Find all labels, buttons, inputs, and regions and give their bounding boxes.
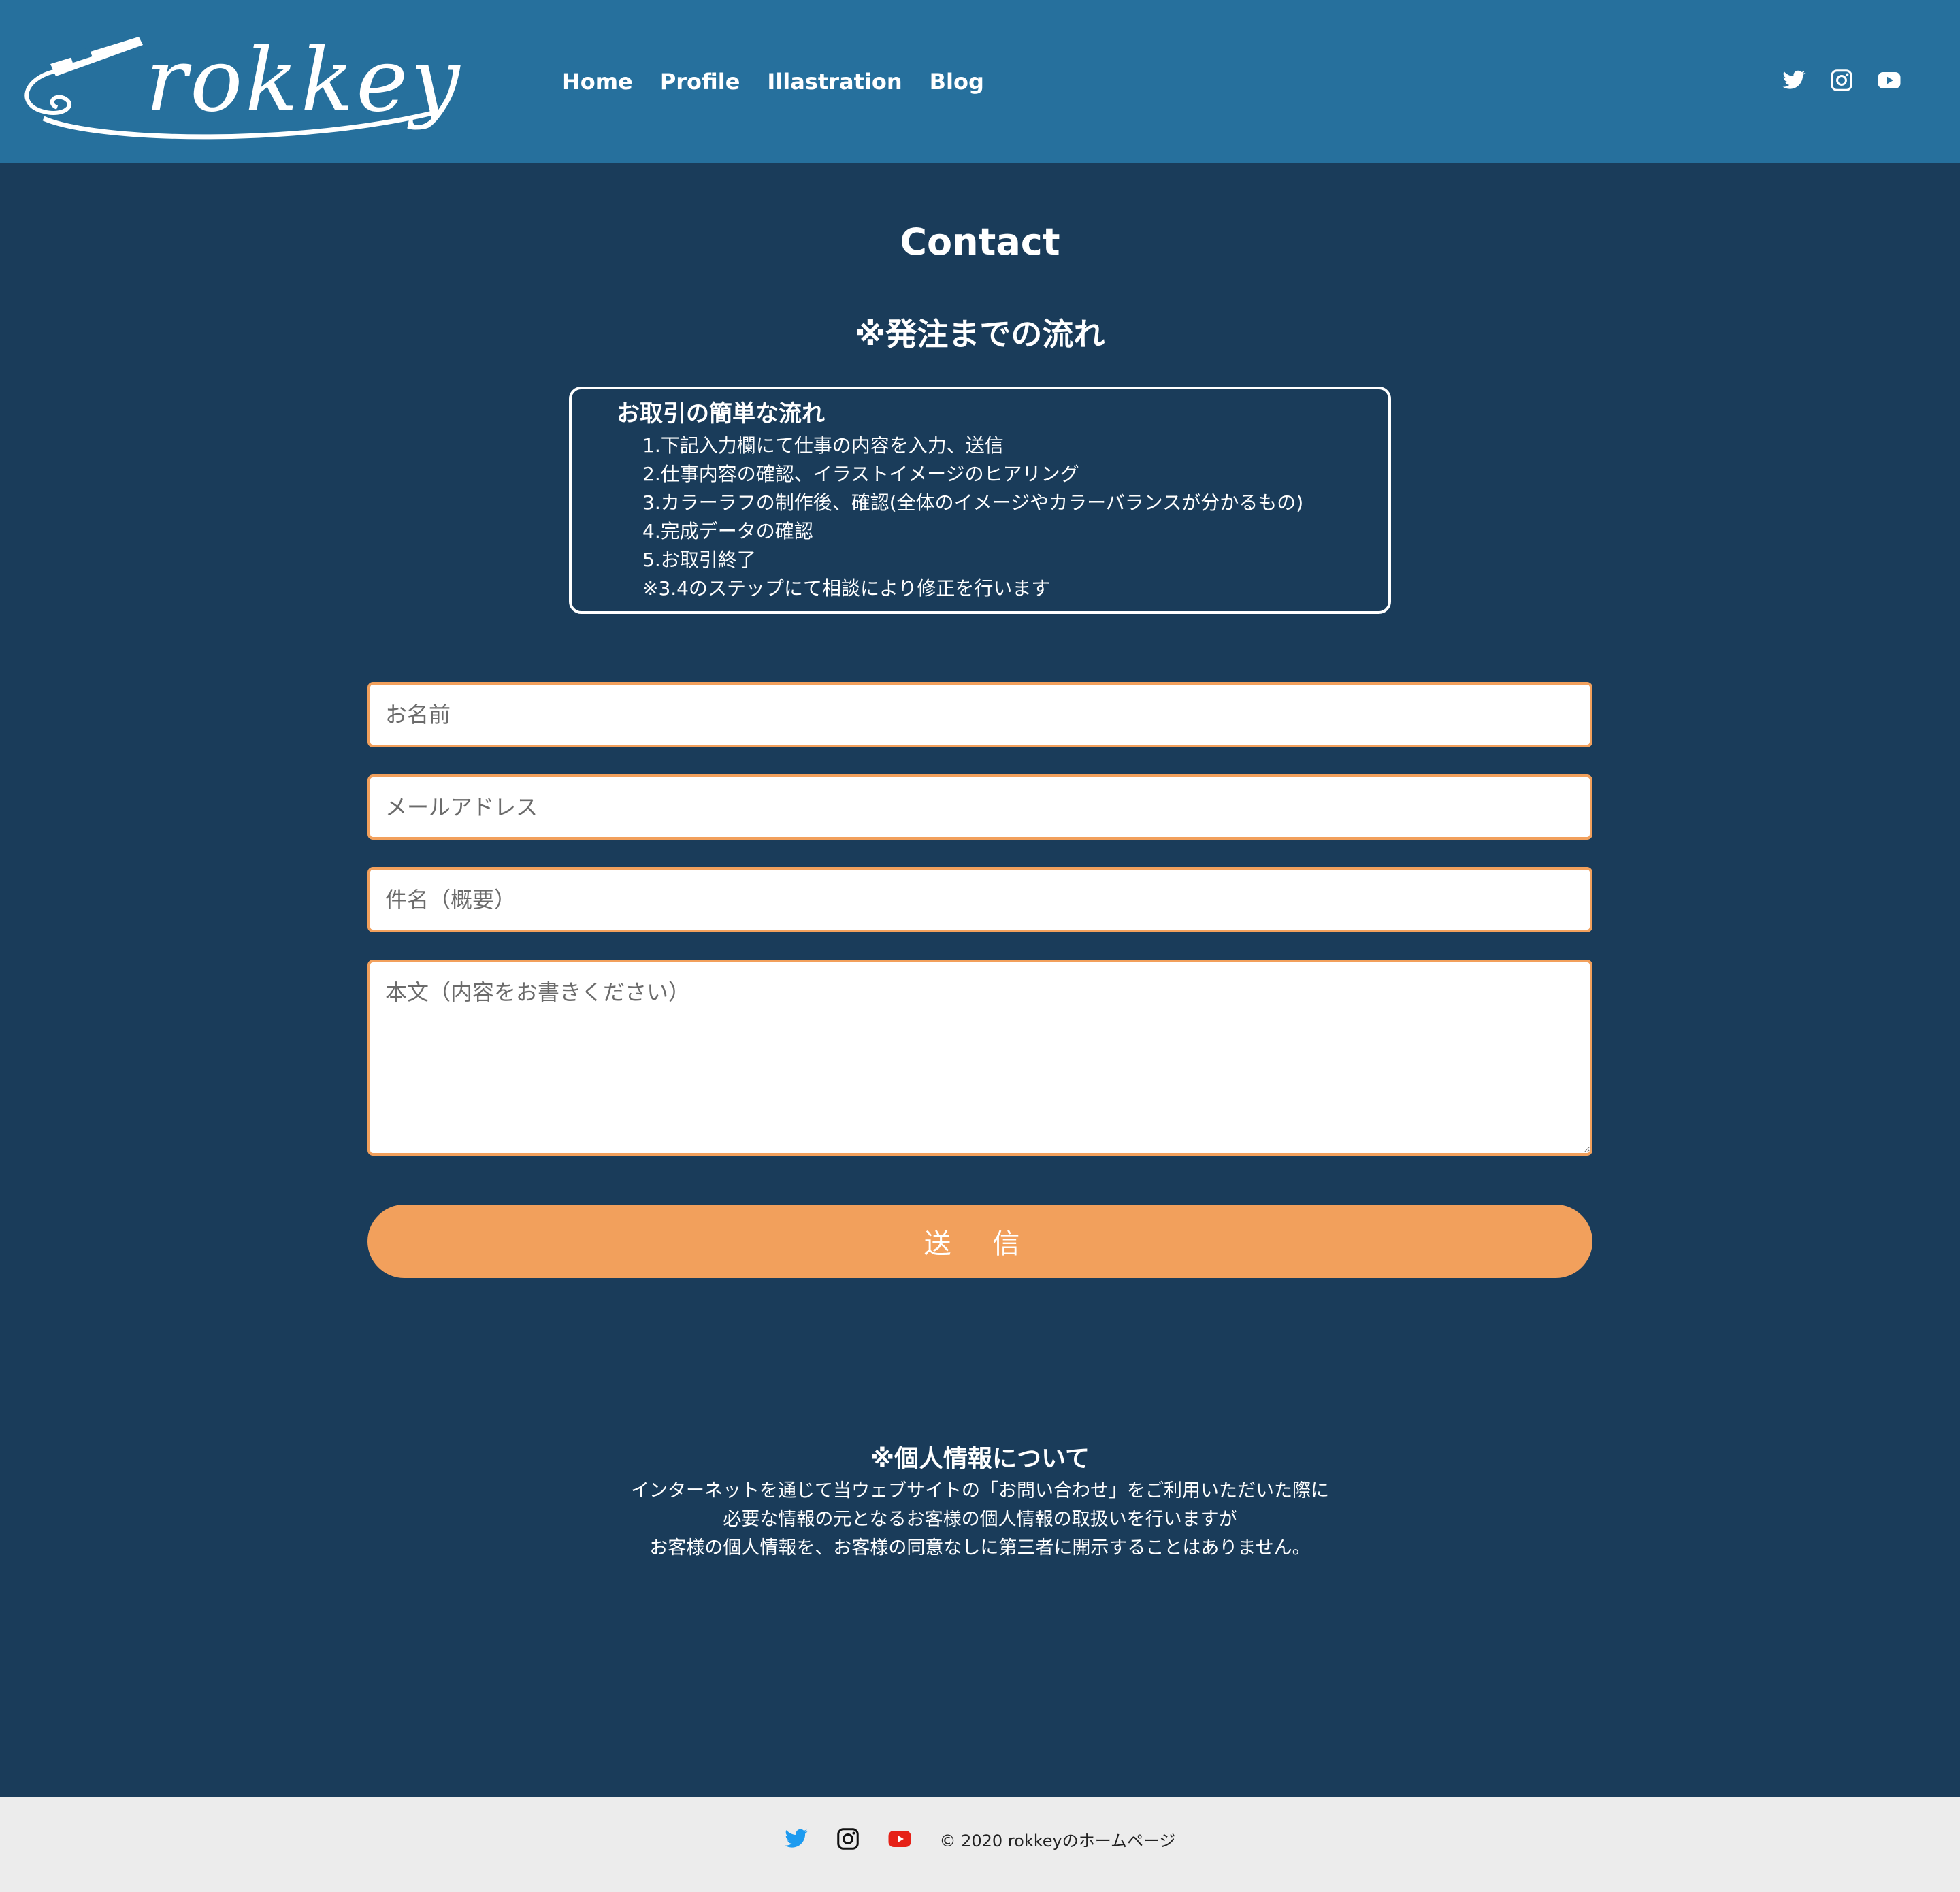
message-textarea[interactable] <box>368 960 1592 1156</box>
privacy-title: ※個人情報について <box>870 1445 1090 1473</box>
order-flow-heading: ※発注までの流れ <box>855 316 1105 353</box>
page-title: Contact <box>900 221 1060 263</box>
nav-illastration[interactable]: Illastration <box>767 65 902 98</box>
privacy-notice: ※個人情報について インターネットを通じて当ウェブサイトの「お問い合わせ」をご利… <box>0 1441 1960 1563</box>
nav-profile[interactable]: Profile <box>660 65 740 98</box>
nav-blog[interactable]: Blog <box>930 65 984 98</box>
instagram-icon[interactable] <box>836 1827 860 1851</box>
site-logo[interactable]: rokkey <box>16 23 459 146</box>
subject-input[interactable] <box>368 867 1592 932</box>
flow-step: 2.仕事内容の確認、イラストイメージのヒアリング <box>642 463 1079 485</box>
order-flow-box: お取引の簡単な流れ 1.下記入力欄にて仕事の内容を入力、送信 2.仕事内容の確認… <box>569 387 1391 614</box>
email-input[interactable] <box>368 774 1592 840</box>
privacy-line: インターネットを通じて当ウェブサイトの「お問い合わせ」をご利用いただいた際に <box>631 1480 1329 1501</box>
flow-step: 3.カラーラフの制作後、確認(全体のイメージやカラーバランスが分かるもの) <box>642 491 1304 514</box>
main-nav: Home Profile Illastration Blog <box>562 65 984 98</box>
flow-step: ※3.4のステップにて相談により修正を行います <box>642 577 1051 600</box>
site-footer: © 2020 rokkeyのホームページ <box>0 1797 1960 1892</box>
privacy-line: お客様の個人情報を、お客様の同意なしに第三者に開示することはありません。 <box>649 1537 1311 1559</box>
nav-home[interactable]: Home <box>562 65 633 98</box>
copyright-text: © 2020 rokkeyのホームページ <box>939 1831 1176 1850</box>
name-input[interactable] <box>368 682 1592 747</box>
flow-steps: 1.下記入力欄にて仕事の内容を入力、送信 2.仕事内容の確認、イラストイメージの… <box>642 431 1303 603</box>
header-social-links <box>1782 68 1901 93</box>
youtube-icon[interactable] <box>1877 68 1901 93</box>
flow-title: お取引の簡単な流れ <box>617 400 825 427</box>
privacy-line: 必要な情報の元となるお客様の個人情報の取扱いを行いますが <box>723 1509 1237 1530</box>
instagram-icon[interactable] <box>1829 68 1854 93</box>
twitter-icon[interactable] <box>1782 68 1806 93</box>
youtube-icon[interactable] <box>887 1827 912 1851</box>
logo-text: rokkey <box>146 30 463 131</box>
flow-step: 1.下記入力欄にて仕事の内容を入力、送信 <box>642 434 1004 457</box>
submit-button[interactable]: 送 信 <box>368 1205 1592 1278</box>
flow-step: 4.完成データの確認 <box>642 520 813 542</box>
twitter-icon[interactable] <box>784 1827 808 1851</box>
flow-step: 5.お取引終了 <box>642 549 756 571</box>
site-header: rokkey Home Profile Illastration Blog <box>0 0 1960 163</box>
